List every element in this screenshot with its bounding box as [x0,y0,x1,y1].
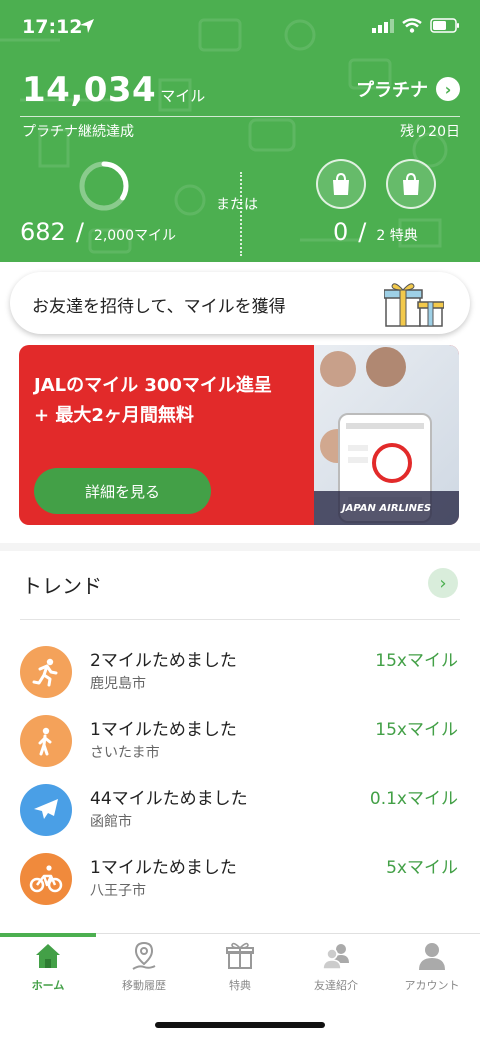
trend-item-city: さいたま市 [90,745,160,761]
dotted-divider [240,172,242,256]
tab-label: アカウント [404,979,460,992]
trend-item-rate: 0.1xマイル [369,789,458,809]
tab-label: 特典 [229,979,251,992]
progress-separator: / [75,218,84,246]
tab-invite[interactable]: 友達紹介 [288,937,384,999]
invite-text: お友達を招待して、マイルを獲得 [32,297,286,317]
promo-text: JALのマイル 300マイル進呈 + 最大2ヶ月間無料 [34,371,272,431]
tab-label: 友達紹介 [314,979,358,992]
trend-item-rate: 15xマイル [375,720,458,740]
shopping-bag-icon [333,172,349,195]
perks-target: 2 特典 [376,228,418,244]
section-separator [0,543,480,551]
trend-item-title: 1マイルためました [90,720,237,740]
trend-title: トレンド [22,574,102,598]
chevron-right-icon: › [436,77,460,101]
tier-streak-label: プラチナ継続達成 [22,124,134,140]
signal-icon [372,18,394,33]
gift-boxes-icon [384,283,444,327]
trend-item-rate: 15xマイル [375,651,458,671]
perks-separator: / [358,218,367,246]
trend-item-rate: 5xマイル [386,858,458,878]
trend-item-title: 1マイルためました [90,858,237,878]
friends-icon [322,944,349,970]
status-bar: 17:12 [0,0,480,56]
header-hero: 17:12 14,034 マイル プラチナ › プラチナ継続達成 残り20日 ま… [0,0,480,262]
perks-current: 0 [333,218,349,246]
status-icons [372,18,460,33]
tab-history[interactable]: 移動履歴 [96,937,192,999]
promo-line-2: + 最大2ヶ月間無料 [34,405,194,426]
miles-unit: マイル [160,87,206,105]
gift-icon [226,942,254,969]
tab-label: ホーム [31,979,65,992]
tier-label: プラチナ [356,80,428,101]
promo-banner[interactable]: JALのマイル 300マイル進呈 + 最大2ヶ月間無料 詳細を見る JAPAN … [19,345,459,525]
wifi-icon [402,18,422,33]
person-photo [366,347,406,387]
mile-progress: 682 / 2,000マイル [20,218,176,246]
promo-line-1: JALのマイル 300マイル進呈 [34,375,272,396]
trend-item[interactable]: 2マイルためました 鹿児島市 15xマイル [0,642,480,708]
tab-bar: ホーム 移動履歴 特典 友達紹介 アカウント [0,937,480,999]
trend-item[interactable]: 44マイルためました 函館市 0.1xマイル [0,780,480,846]
bicycle-icon [20,853,72,905]
running-icon [20,646,72,698]
walking-icon [20,715,72,767]
jal-logo: JAPAN AIRLINES [314,491,459,525]
mile-progress-ring [79,161,129,211]
tab-label: 移動履歴 [122,979,166,992]
shopping-bag-icon [403,172,419,195]
tier-button[interactable]: プラチナ › [356,76,460,102]
status-time: 17:12 [22,16,83,38]
promo-details-button[interactable]: 詳細を見る [34,468,211,514]
trend-item-city: 鹿児島市 [90,676,146,692]
perk-slot-1 [316,159,366,209]
trend-item-city: 函館市 [90,814,132,830]
home-indicator [155,1022,325,1028]
home-icon [36,944,60,968]
perk-slot-2 [386,159,436,209]
trend-item-title: 2マイルためました [90,651,237,671]
promo-photo: JAPAN AIRLINES [314,345,459,525]
progress-current: 682 [20,218,66,246]
tab-account[interactable]: アカウント [384,937,480,999]
perk-progress: 0 / 2 特典 [333,218,418,246]
tab-rewards[interactable]: 特典 [192,937,288,999]
trend-item[interactable]: 1マイルためました 八王子市 5xマイル [0,849,480,915]
trend-item-city: 八王子市 [90,883,146,899]
person-photo [320,351,356,387]
miles-balance: 14,034 マイル [22,70,205,110]
tab-home[interactable]: ホーム [0,937,96,999]
progress-target: 2,000マイル [93,228,176,244]
days-remaining: 残り20日 [400,124,460,140]
trend-divider [20,619,460,620]
trend-item-title: 44マイルためました [90,789,248,809]
airplane-icon [20,784,72,836]
invite-friends-card[interactable]: お友達を招待して、マイルを獲得 [10,272,470,334]
header-divider [20,116,460,117]
location-arrow-icon [80,19,94,33]
miles-value: 14,034 [22,70,157,110]
account-icon [419,943,445,970]
trend-item[interactable]: 1マイルためました さいたま市 15xマイル [0,711,480,777]
trend-more-button[interactable]: › [428,568,458,598]
battery-icon [430,18,459,33]
or-label: または [216,197,258,213]
map-pin-icon [132,941,156,970]
